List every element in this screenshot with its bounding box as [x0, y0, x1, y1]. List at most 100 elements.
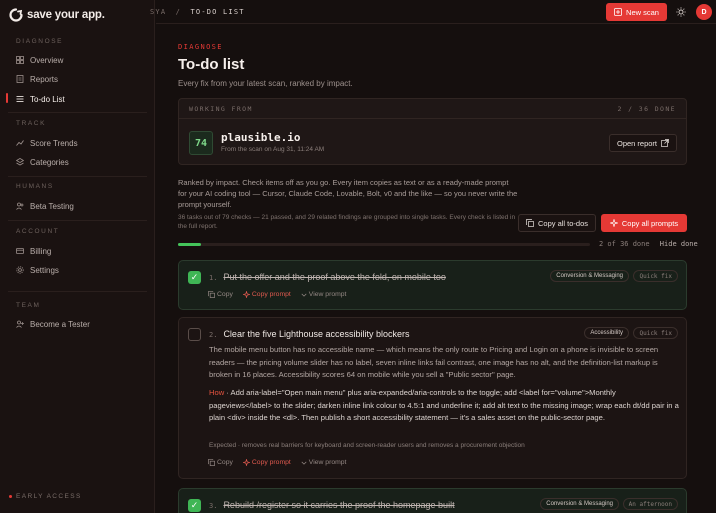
task-checkbox[interactable]	[188, 328, 201, 341]
hide-done-toggle[interactable]: Hide done	[660, 240, 698, 248]
page-eyebrow: DIAGNOSE	[178, 43, 223, 51]
sidebar-item-score-trends[interactable]: Score Trends	[16, 137, 78, 149]
sidebar-item-overview[interactable]: Overview	[16, 54, 63, 66]
task-checkbox[interactable]: ✓	[188, 271, 201, 284]
early-access-badge: EARLY ACCESS	[9, 493, 82, 500]
view-prompt-button[interactable]: View prompt	[301, 459, 347, 466]
nav-section-account: ACCOUNT	[16, 228, 60, 235]
sidebar-item-todo[interactable]: To-do List	[16, 93, 65, 105]
trend-icon	[16, 140, 24, 146]
sidebar-item-label: Categories	[30, 157, 69, 167]
category-tag: Conversion & Messaging	[550, 270, 629, 282]
copy-button[interactable]: Copy	[208, 459, 233, 466]
new-scan-button[interactable]: New scan	[606, 3, 667, 21]
nav-section-humans: HUMANS	[16, 183, 54, 190]
task-title: 1. Put the offer and the proof above the…	[209, 272, 446, 282]
sidebar-divider	[8, 291, 147, 292]
copy-icon	[208, 459, 215, 466]
sidebar-item-settings[interactable]: Settings	[16, 264, 59, 276]
intro-text: Ranked by impact. Check items off as you…	[178, 178, 518, 209]
external-link-icon	[661, 139, 669, 147]
sidebar-item-categories[interactable]: Categories	[16, 156, 69, 168]
sidebar-item-label: Settings	[30, 265, 59, 275]
active-indicator	[6, 93, 8, 103]
nav-section-diagnose: DIAGNOSE	[16, 38, 64, 45]
sidebar-divider	[8, 176, 147, 177]
view-prompt-label: View prompt	[308, 459, 347, 466]
progress-fill	[178, 243, 201, 246]
copy-all-todos-label: Copy all to-dos	[537, 218, 589, 228]
brand-logo[interactable]: save your app.	[9, 8, 105, 22]
task-title-text: Put the offer and the proof above the fo…	[223, 272, 446, 282]
task-title-text: Rebuild /register so it carries the proo…	[223, 500, 455, 510]
card-icon	[16, 248, 24, 254]
task-card: ✓ 1. Put the offer and the proof above t…	[178, 260, 687, 310]
working-from-header: WORKING FROM 2 / 36 DONE	[179, 99, 686, 119]
copy-label: Copy	[217, 291, 233, 298]
page-title: To-do list	[178, 56, 245, 73]
nav-section-team: TEAM	[16, 302, 41, 309]
effort-tag: Quick fix	[633, 327, 678, 339]
sidebar: save your app. DIAGNOSE Overview Reports…	[0, 0, 155, 513]
avatar[interactable]: D	[696, 4, 712, 20]
copy-all-todos-button[interactable]: Copy all to-dos	[518, 214, 596, 232]
sidebar-item-reports[interactable]: Reports	[16, 73, 58, 85]
scan-icon	[614, 8, 622, 16]
copy-icon	[208, 291, 215, 298]
copy-all-prompts-label: Copy all prompts	[621, 218, 679, 228]
task-title-text: Clear the five Lighthouse accessibility …	[223, 329, 410, 339]
chevron-down-icon	[301, 293, 307, 297]
gear-icon	[16, 266, 24, 274]
effort-tag: An afternoon	[622, 498, 678, 510]
how-text: · Add aria-label="Open main menu" plus a…	[209, 388, 679, 422]
sidebar-item-label: Billing	[30, 246, 52, 256]
progress-bar	[178, 243, 590, 246]
task-description: The mobile menu button has no accessible…	[209, 345, 659, 379]
task-title: 2. Clear the five Lighthouse accessibili…	[209, 329, 410, 339]
open-report-label: Open report	[616, 138, 658, 148]
open-report-button[interactable]: Open report	[609, 134, 677, 152]
sidebar-item-label: Overview	[30, 55, 64, 65]
copy-icon	[526, 219, 534, 227]
sidebar-divider	[8, 112, 147, 113]
task-number: 1.	[209, 274, 218, 282]
breadcrumb-current: TO-DO LIST	[190, 8, 245, 16]
task-number: 2.	[209, 331, 218, 339]
copy-prompt-button[interactable]: Copy prompt	[242, 291, 291, 298]
score-badge: 74	[189, 131, 213, 155]
sidebar-item-label: Beta Testing	[30, 201, 74, 211]
copy-label: Copy	[217, 459, 233, 466]
page-subtitle: Every fix from your latest scan, ranked …	[178, 79, 353, 88]
copy-prompt-button[interactable]: Copy prompt	[242, 459, 291, 466]
early-access-label: EARLY ACCESS	[16, 493, 82, 500]
theme-toggle-icon[interactable]	[676, 7, 686, 17]
sidebar-item-beta-testing[interactable]: Beta Testing	[16, 200, 74, 212]
view-prompt-label: View prompt	[308, 291, 347, 298]
site-name: plausible.io	[221, 131, 301, 144]
task-card: 2. Clear the five Lighthouse accessibili…	[178, 317, 687, 479]
chevron-down-icon	[301, 461, 307, 465]
view-prompt-button[interactable]: View prompt	[301, 291, 347, 298]
nav-section-track: TRACK	[16, 120, 47, 127]
task-checkbox[interactable]: ✓	[188, 499, 201, 512]
sidebar-item-label: Become a Tester	[30, 319, 90, 329]
sidebar-item-become-tester[interactable]: Become a Tester	[16, 318, 90, 330]
sparkle-icon	[242, 459, 250, 466]
status-dot-icon	[9, 495, 12, 498]
sparkle-icon	[609, 219, 618, 227]
task-number: 3.	[209, 502, 218, 510]
sidebar-item-billing[interactable]: Billing	[16, 245, 51, 257]
task-expected: Expected · removes real barriers for key…	[209, 442, 525, 449]
breadcrumb-root[interactable]: SYA	[150, 8, 166, 16]
copy-button[interactable]: Copy	[208, 291, 233, 298]
task-actions: Copy Copy prompt View prompt	[208, 459, 346, 466]
effort-tag: Quick fix	[633, 270, 678, 282]
copy-prompt-label: Copy prompt	[251, 291, 291, 298]
people-icon	[16, 202, 24, 210]
list-icon	[16, 96, 24, 102]
copy-all-prompts-button[interactable]: Copy all prompts	[601, 214, 687, 232]
grid-icon	[16, 56, 24, 64]
done-count: 2 / 36 DONE	[617, 104, 676, 113]
breadcrumb-separator: /	[175, 8, 182, 16]
sidebar-item-label: Score Trends	[30, 138, 78, 148]
